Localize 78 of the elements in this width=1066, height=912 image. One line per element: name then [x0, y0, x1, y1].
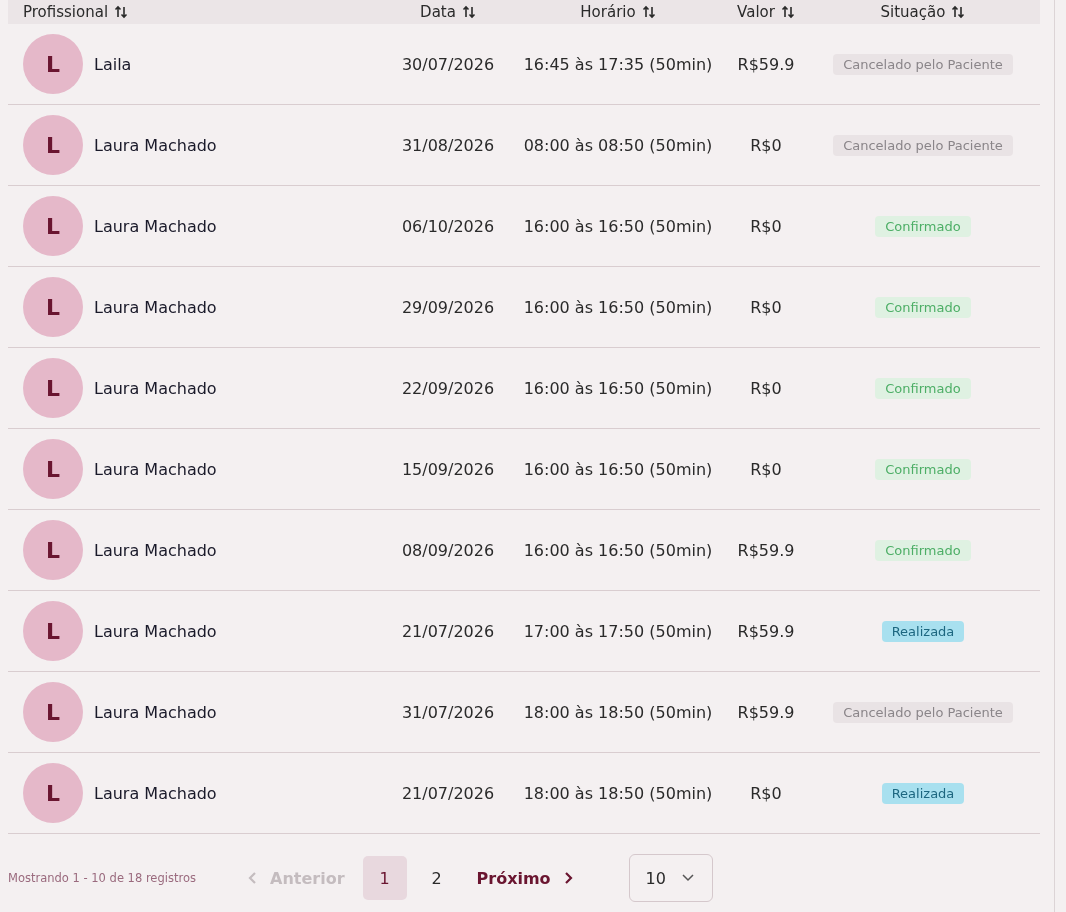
avatar: L	[23, 439, 83, 499]
column-header[interactable]: Situação	[880, 3, 966, 21]
page-button[interactable]: 1	[362, 856, 407, 900]
sort-icon[interactable]	[780, 5, 795, 19]
professional-name: Laura Machado	[94, 702, 217, 722]
avatar: L	[23, 277, 83, 337]
status-badge: Confirmado	[875, 296, 971, 318]
avatar: L	[23, 196, 83, 256]
column-header[interactable]: Horário	[580, 3, 656, 21]
date-cell: 31/08/2026	[401, 135, 495, 155]
value-cell: R$59.9	[737, 540, 795, 560]
column-header[interactable]: Data	[420, 3, 476, 21]
professional-name: Laura Machado	[94, 783, 217, 803]
column-header[interactable]: Valor	[737, 3, 795, 21]
time-cell: 18:00 às 18:50 (50min)	[523, 702, 713, 722]
chevron-down-icon	[681, 874, 694, 882]
date-cell: 15/09/2026	[401, 459, 495, 479]
records-summary: Mostrando 1 - 10 de 18 registros	[8, 871, 197, 885]
sort-icon[interactable]	[641, 5, 656, 19]
professional-name: Laila	[94, 54, 132, 74]
page-size-select[interactable]: 10	[628, 854, 713, 902]
chevron-left-icon	[248, 871, 258, 885]
page-button[interactable]: 2	[414, 856, 459, 900]
next-button[interactable]: Próximo	[466, 860, 583, 896]
time-cell: 08:00 às 08:50 (50min)	[523, 135, 713, 155]
date-cell: 22/09/2026	[401, 378, 495, 398]
chevron-right-icon	[562, 871, 573, 885]
date-cell: 31/07/2026	[401, 702, 495, 722]
avatar: L	[23, 520, 83, 580]
status-badge: Confirmado	[875, 215, 971, 237]
date-cell: 29/09/2026	[401, 297, 495, 317]
status-badge: Realizada	[881, 782, 965, 804]
time-cell: 17:00 às 17:50 (50min)	[523, 621, 713, 641]
professional-name: Laura Machado	[94, 540, 217, 560]
date-cell: 21/07/2026	[401, 783, 495, 803]
avatar: L	[23, 601, 83, 661]
time-cell: 16:00 às 16:50 (50min)	[523, 378, 713, 398]
value-cell: R$0	[750, 783, 782, 803]
value-cell: R$0	[750, 378, 782, 398]
professional-name: Laura Machado	[94, 621, 217, 641]
time-cell: 16:45 às 17:35 (50min)	[523, 54, 713, 74]
sort-icon[interactable]	[461, 5, 476, 19]
status-badge: Cancelado pelo Paciente	[833, 53, 1013, 75]
time-cell: 16:00 às 16:50 (50min)	[523, 216, 713, 236]
professional-name: Laura Machado	[94, 297, 217, 317]
avatar: L	[23, 682, 83, 742]
value-cell: R$59.9	[737, 702, 795, 722]
professional-name: Laura Machado	[94, 378, 217, 398]
sort-icon[interactable]	[951, 5, 966, 19]
value-cell: R$59.9	[737, 621, 795, 641]
value-cell: R$0	[750, 297, 782, 317]
time-cell: 16:00 às 16:50 (50min)	[523, 297, 713, 317]
avatar: L	[23, 763, 83, 823]
status-badge: Cancelado pelo Paciente	[833, 701, 1013, 723]
value-cell: R$0	[750, 459, 782, 479]
time-cell: 18:00 às 18:50 (50min)	[523, 783, 713, 803]
status-badge: Confirmado	[875, 539, 971, 561]
professional-name: Laura Machado	[94, 135, 217, 155]
time-cell: 16:00 às 16:50 (50min)	[523, 459, 713, 479]
value-cell: R$59.9	[737, 54, 795, 74]
professional-name: Laura Machado	[94, 459, 217, 479]
status-badge: Confirmado	[875, 458, 971, 480]
avatar: L	[23, 115, 83, 175]
date-cell: 06/10/2026	[401, 216, 495, 236]
status-badge: Realizada	[881, 620, 965, 642]
avatar: L	[23, 34, 83, 94]
value-cell: R$0	[750, 135, 782, 155]
status-badge: Cancelado pelo Paciente	[833, 134, 1013, 156]
value-cell: R$0	[750, 216, 782, 236]
column-header[interactable]: Profissional	[23, 3, 129, 21]
date-cell: 21/07/2026	[401, 621, 495, 641]
professional-name: Laura Machado	[94, 216, 217, 236]
date-cell: 08/09/2026	[401, 540, 495, 560]
time-cell: 16:00 às 16:50 (50min)	[523, 540, 713, 560]
sort-icon[interactable]	[114, 5, 129, 19]
status-badge: Confirmado	[875, 377, 971, 399]
date-cell: 30/07/2026	[401, 54, 495, 74]
avatar: L	[23, 358, 83, 418]
